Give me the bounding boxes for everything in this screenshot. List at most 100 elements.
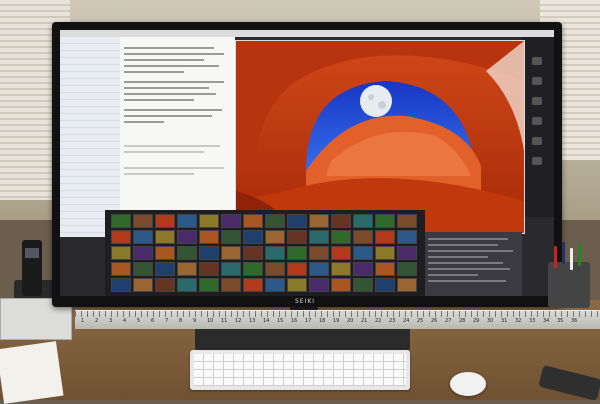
photo-thumbnail[interactable]	[331, 214, 351, 228]
photo-thumbnail[interactable]	[287, 278, 307, 292]
photo-thumbnail[interactable]	[177, 214, 197, 228]
ruler-number: 21	[361, 318, 368, 324]
side-toolbar[interactable]	[522, 37, 554, 217]
photo-thumbnail[interactable]	[309, 262, 329, 276]
photo-thumbnail[interactable]	[111, 214, 131, 228]
ruler-number: 36	[571, 318, 578, 324]
photo-thumbnail[interactable]	[287, 230, 307, 244]
mail-reading-pane	[120, 37, 235, 237]
photo-thumbnail[interactable]	[287, 214, 307, 228]
photo-thumbnail[interactable]	[375, 262, 395, 276]
photo-thumbnail[interactable]	[397, 278, 417, 292]
photo-thumbnail[interactable]	[177, 262, 197, 276]
photo-thumbnail[interactable]	[177, 246, 197, 260]
ruler-number: 33	[529, 318, 536, 324]
ruler-number: 26	[431, 318, 438, 324]
photo-thumbnail[interactable]	[353, 278, 373, 292]
ruler-number: 3	[109, 318, 113, 324]
photo-thumbnail[interactable]	[265, 278, 285, 292]
photo-thumbnail[interactable]	[111, 230, 131, 244]
photo-thumbnail[interactable]	[375, 214, 395, 228]
ruler-number: 10	[207, 318, 214, 324]
photo-thumbnail[interactable]	[155, 230, 175, 244]
ruler-number: 11	[221, 318, 228, 324]
photo-thumbnail[interactable]	[375, 246, 395, 260]
photo-thumbnail[interactable]	[309, 230, 329, 244]
photo-thumbnail[interactable]	[111, 278, 131, 292]
photo-viewer[interactable]	[235, 40, 525, 234]
photo-thumbnail[interactable]	[111, 262, 131, 276]
photo-thumbnail[interactable]	[331, 230, 351, 244]
photo-thumbnail[interactable]	[133, 262, 153, 276]
photo-thumbnail[interactable]	[397, 230, 417, 244]
photo-thumbnail[interactable]	[221, 278, 241, 292]
photo-thumbnail[interactable]	[199, 214, 219, 228]
ruler-number: 17	[305, 318, 312, 324]
photo-thumbnail[interactable]	[353, 214, 373, 228]
ruler-number: 19	[333, 318, 340, 324]
photo-thumbnail[interactable]	[287, 262, 307, 276]
photo-thumbnail[interactable]	[221, 214, 241, 228]
photo-thumbnail[interactable]	[111, 246, 131, 260]
mail-message-list[interactable]	[60, 37, 120, 237]
info-panel	[425, 232, 522, 296]
papers	[0, 341, 64, 404]
ruler-number: 32	[515, 318, 522, 324]
photo-thumbnail[interactable]	[199, 262, 219, 276]
photo-thumbnail[interactable]	[133, 246, 153, 260]
photo-thumbnail[interactable]	[221, 230, 241, 244]
photo-thumbnail[interactable]	[397, 214, 417, 228]
photo-thumbnail[interactable]	[133, 278, 153, 292]
arch-photo	[236, 41, 524, 233]
photo-thumbnail[interactable]	[155, 278, 175, 292]
photo-thumbnail[interactable]	[133, 214, 153, 228]
ruler-number: 5	[137, 318, 141, 324]
photo-thumbnail[interactable]	[309, 278, 329, 292]
photo-thumbnail[interactable]	[353, 246, 373, 260]
photo-thumbnail[interactable]	[177, 278, 197, 292]
photo-thumbnail[interactable]	[243, 246, 263, 260]
photo-thumbnail[interactable]	[177, 230, 197, 244]
ruler-number: 9	[193, 318, 197, 324]
photo-thumbnail[interactable]	[243, 230, 263, 244]
photo-thumbnail[interactable]	[155, 214, 175, 228]
photo-thumbnail[interactable]	[199, 230, 219, 244]
ruler-number: 18	[319, 318, 326, 324]
ruler-number: 30	[487, 318, 494, 324]
photo-thumbnail[interactable]	[221, 246, 241, 260]
photo-thumbnail[interactable]	[397, 262, 417, 276]
ruler-number: 12	[235, 318, 242, 324]
keyboard-icon[interactable]	[190, 350, 410, 390]
photo-thumbnail[interactable]	[199, 246, 219, 260]
photo-thumbnail[interactable]	[243, 262, 263, 276]
photo-thumbnail[interactable]	[265, 262, 285, 276]
photo-thumbnail[interactable]	[375, 278, 395, 292]
menu-bar[interactable]	[60, 30, 554, 37]
ruler-number: 14	[263, 318, 270, 324]
photo-thumbnail[interactable]	[331, 278, 351, 292]
photo-thumbnail[interactable]	[133, 230, 153, 244]
photo-thumbnail[interactable]	[375, 230, 395, 244]
ruler-number: 22	[375, 318, 382, 324]
photo-thumbnail[interactable]	[309, 246, 329, 260]
photo-thumbnail[interactable]	[221, 262, 241, 276]
photo-thumbnail[interactable]	[265, 230, 285, 244]
mouse-icon[interactable]	[450, 372, 486, 396]
photo-thumbnail[interactable]	[309, 214, 329, 228]
photo-thumbnail[interactable]	[199, 278, 219, 292]
photo-thumbnail[interactable]	[265, 214, 285, 228]
ruler-number: 13	[249, 318, 256, 324]
ruler-number: 24	[403, 318, 410, 324]
photo-thumbnail[interactable]	[155, 246, 175, 260]
photo-thumbnail[interactable]	[331, 262, 351, 276]
photo-thumbnail[interactable]	[397, 246, 417, 260]
photo-thumbnail[interactable]	[243, 278, 263, 292]
photo-thumbnail[interactable]	[287, 246, 307, 260]
photo-browser[interactable]	[105, 210, 425, 296]
photo-thumbnail[interactable]	[243, 214, 263, 228]
photo-thumbnail[interactable]	[353, 262, 373, 276]
photo-thumbnail[interactable]	[265, 246, 285, 260]
photo-thumbnail[interactable]	[155, 262, 175, 276]
photo-thumbnail[interactable]	[331, 246, 351, 260]
photo-thumbnail[interactable]	[353, 230, 373, 244]
